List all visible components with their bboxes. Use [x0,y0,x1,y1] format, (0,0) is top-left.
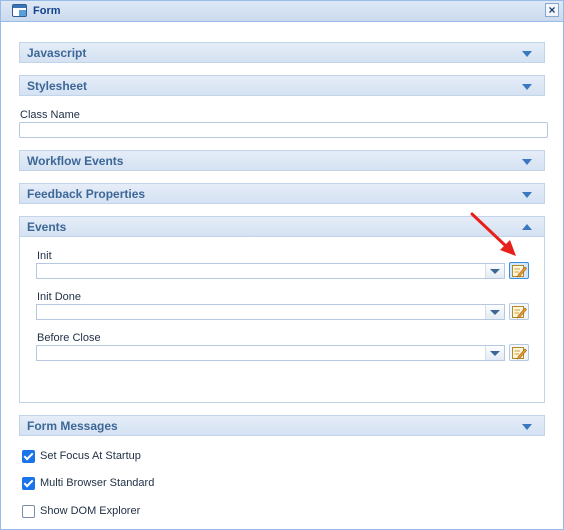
before-close-edit-button[interactable] [509,344,529,361]
init-label: Init [37,250,52,262]
section-title: Form Messages [27,419,118,433]
section-javascript[interactable]: Javascript [19,42,545,63]
before-close-label: Before Close [37,332,101,344]
show-dom-explorer-checkbox[interactable] [22,505,35,518]
chevron-down-icon[interactable] [485,305,504,319]
annotation-arrow-icon [470,212,516,256]
edit-script-icon [512,306,527,319]
section-title: Events [27,220,67,234]
window-titlebar[interactable]: Form × [1,1,563,22]
close-button[interactable]: × [545,3,559,17]
class-name-label: Class Name [20,109,80,121]
expand-icon[interactable] [522,424,532,430]
multi-browser-standard-label[interactable]: Multi Browser Standard [40,477,154,489]
section-title: Javascript [27,46,87,60]
multi-browser-standard-checkbox[interactable] [22,477,35,490]
set-focus-at-startup-label[interactable]: Set Focus At Startup [40,450,141,462]
expand-icon[interactable] [522,84,532,90]
init-combo[interactable] [36,263,505,279]
set-focus-at-startup-checkbox[interactable] [22,450,35,463]
init-done-label: Init Done [37,291,82,303]
section-title: Stylesheet [27,79,88,93]
section-form-messages[interactable]: Form Messages [19,415,545,436]
chevron-down-icon[interactable] [485,346,504,360]
expand-icon[interactable] [522,159,532,165]
show-dom-explorer-label[interactable]: Show DOM Explorer [40,505,140,517]
section-stylesheet[interactable]: Stylesheet [19,75,545,96]
before-close-combo[interactable] [36,345,505,361]
init-done-combo[interactable] [36,304,505,320]
form-window-icon [12,4,27,17]
class-name-input[interactable] [19,122,548,138]
section-title: Workflow Events [27,154,124,168]
edit-script-icon [512,347,527,360]
window-title: Form [33,5,61,17]
expand-icon[interactable] [522,192,532,198]
init-done-edit-button[interactable] [509,303,529,320]
section-title: Feedback Properties [27,187,146,201]
expand-icon[interactable] [522,51,532,57]
section-workflow-events[interactable]: Workflow Events [19,150,545,171]
section-feedback-properties[interactable]: Feedback Properties [19,183,545,204]
